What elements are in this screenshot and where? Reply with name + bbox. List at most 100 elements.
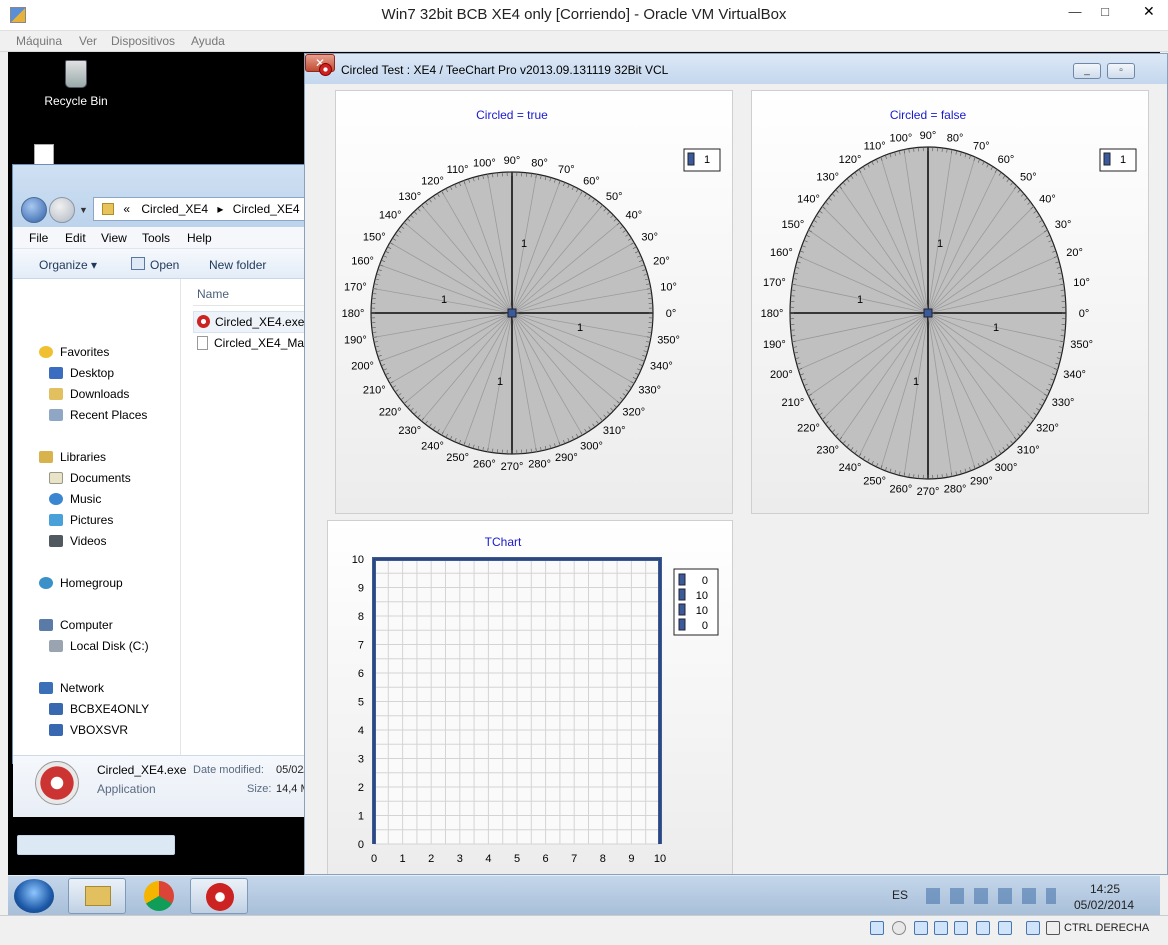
history-dropdown-icon[interactable]: ▼ [79, 205, 88, 215]
nav-computer[interactable]: Computer [39, 618, 113, 632]
angle-tick-label: 50° [606, 191, 623, 203]
nav-label: Downloads [70, 387, 130, 401]
angle-tick-label: 40° [1039, 194, 1056, 206]
nav-bcbxe4only[interactable]: BCBXE4ONLY [49, 702, 149, 716]
nav-libraries[interactable]: Libraries [39, 450, 106, 464]
legend-swatch [678, 573, 686, 586]
forward-icon[interactable] [49, 197, 75, 223]
menu-tools[interactable]: Tools [142, 231, 170, 245]
angle-tick-label: 330° [638, 385, 661, 397]
chart-title: Circled = true [476, 108, 548, 122]
recent-places-icon [49, 409, 63, 421]
display-icon[interactable] [954, 921, 968, 935]
menu-file[interactable]: File [29, 231, 48, 245]
nav-videos[interactable]: Videos [49, 534, 106, 548]
organize-button[interactable]: Organize ▾ [39, 258, 97, 272]
folder-icon [85, 886, 111, 906]
angle-tick-label: 180° [342, 308, 365, 320]
clock-date[interactable]: 05/02/2014 [1074, 898, 1134, 912]
virtualization-icon[interactable] [1026, 921, 1040, 935]
address-part[interactable]: Circled_XE4 [233, 202, 300, 216]
minimize-icon[interactable]: — [1062, 2, 1088, 22]
start-button[interactable] [14, 879, 54, 913]
chrome-icon[interactable] [144, 881, 174, 911]
address-bar[interactable]: « Circled_XE4 ▸ Circled_XE4 ▸ W [93, 197, 323, 221]
nav-network[interactable]: Network [39, 681, 104, 695]
angle-tick-label: 190° [763, 339, 786, 351]
document-icon[interactable] [34, 144, 54, 166]
nav-label: Local Disk (C:) [70, 639, 149, 653]
line-chart-panel[interactable]: TChart 0 1 2 3 4 5 6 7 8 9 10 0 1 2 3 4 5 6 7 8 9 10 0 10 10 0 [327, 520, 733, 874]
address-separator[interactable]: ▸ [217, 202, 223, 216]
minimize-icon[interactable]: _ [1073, 63, 1101, 79]
open-button[interactable]: Open [150, 258, 179, 272]
menu-dispositivos[interactable]: Dispositivos [111, 34, 175, 48]
disk-icon [49, 640, 63, 652]
polar-chart-panel[interactable]: Circled = true 0° 10° 20° 30° 40° 50° 60° 70° 80°… [335, 90, 733, 514]
x-tick-label: 10 [654, 853, 666, 865]
optical-drive-icon[interactable] [892, 921, 906, 935]
network-icon[interactable] [976, 921, 990, 935]
file-item[interactable]: Circled_XE4_Main [197, 336, 313, 350]
column-header-name[interactable]: Name [197, 287, 229, 301]
nav-documents[interactable]: Documents [49, 471, 131, 485]
angle-tick-label: 310° [1017, 444, 1040, 456]
language-indicator[interactable]: ES [892, 888, 908, 902]
address-part[interactable]: Circled_XE4 [141, 202, 208, 216]
taskbar-circled-app[interactable] [190, 878, 248, 914]
angle-tick-label: 40° [625, 210, 642, 222]
recycle-bin-label: Recycle Bin [44, 94, 108, 108]
hdd-icon[interactable] [870, 921, 884, 935]
nav-music[interactable]: Music [49, 492, 101, 506]
new-folder-button[interactable]: New folder [209, 258, 266, 272]
clock-time[interactable]: 14:25 [1090, 882, 1120, 896]
menu-ver[interactable]: Ver [79, 34, 97, 48]
menu-ayuda[interactable]: Ayuda [191, 34, 225, 48]
legend-label: 0 [702, 575, 708, 587]
nav-downloads[interactable]: Downloads [49, 387, 129, 401]
menu-maquina[interactable]: Máquina [16, 34, 62, 48]
restore-icon[interactable]: ▫ [1107, 63, 1135, 79]
host-key-icon[interactable] [1046, 921, 1060, 935]
desktop-icon [49, 367, 63, 379]
shared-folders-icon[interactable] [934, 921, 948, 935]
nav-homegroup[interactable]: Homegroup [39, 576, 123, 590]
file-name: Circled_XE4_Main [214, 336, 314, 350]
polar-chart-panel[interactable]: Circled = false 0° 10° 20° 30° 40° 50° 60° 70° 80… [751, 90, 1149, 514]
maximize-icon[interactable]: □ [1092, 2, 1118, 22]
nav-desktop[interactable]: Desktop [49, 366, 114, 380]
nav-vboxsvr[interactable]: VBOXSVR [49, 723, 128, 737]
angle-tick-label: 20° [1066, 247, 1083, 259]
nav-local-disk[interactable]: Local Disk (C:) [49, 639, 149, 653]
close-icon: ✕ [1143, 3, 1155, 19]
address-prefix: « [123, 202, 131, 216]
x-tick-label: 1 [400, 853, 406, 865]
angle-tick-label: 140° [797, 194, 820, 206]
taskbar-explorer[interactable] [68, 878, 126, 914]
angle-tick-label: 50° [1020, 172, 1037, 184]
angle-tick-label: 200° [770, 369, 793, 381]
angle-tick-label: 300° [995, 462, 1018, 474]
recycle-bin[interactable]: Recycle Bin [36, 60, 116, 120]
close-button[interactable]: ✕ [1131, 1, 1165, 23]
menu-help[interactable]: Help [187, 231, 212, 245]
back-icon[interactable] [21, 197, 47, 223]
angle-tick-label: 350° [657, 335, 680, 347]
usb-icon[interactable] [914, 921, 928, 935]
menu-view[interactable]: View [101, 231, 127, 245]
nav-pictures[interactable]: Pictures [49, 513, 113, 527]
nav-recent-places[interactable]: Recent Places [49, 408, 147, 422]
file-icon [197, 336, 208, 350]
angle-tick-label: 190° [344, 335, 367, 347]
nav-favorites[interactable]: Favorites [39, 345, 109, 359]
angle-tick-label: 230° [398, 425, 421, 437]
radial-tick-label: 1 [521, 238, 527, 250]
tray-icons[interactable] [926, 888, 1056, 904]
video-capture-icon[interactable] [998, 921, 1012, 935]
file-item[interactable]: Circled_XE4.exe [197, 315, 304, 329]
angle-tick-label: 120° [839, 154, 862, 166]
menu-edit[interactable]: Edit [65, 231, 86, 245]
angle-tick-label: 170° [344, 281, 367, 293]
radial-tick-label: 1 [937, 238, 943, 250]
nav-label: Music [70, 492, 102, 506]
